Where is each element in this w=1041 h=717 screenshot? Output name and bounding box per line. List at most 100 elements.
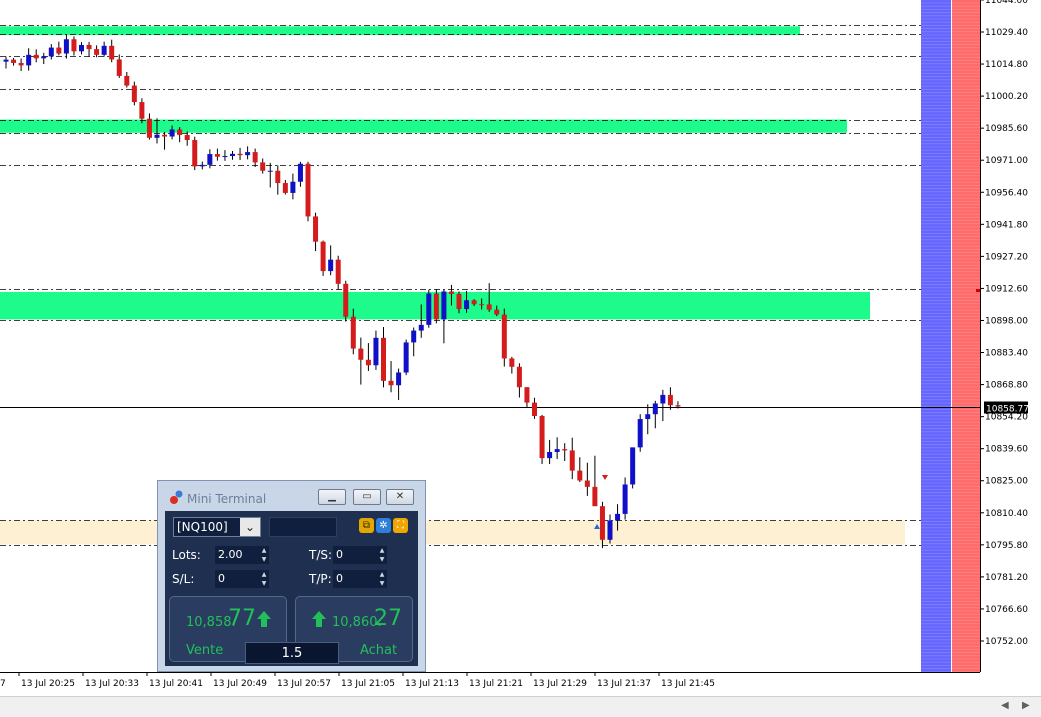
candle-bearish [577, 470, 583, 481]
price-tick-label: 11044.00 [985, 0, 1028, 6]
candle-bullish [396, 372, 402, 386]
symbol-extra-field[interactable] [269, 517, 337, 537]
mini-terminal-titlebar[interactable]: Mini Terminal ▁ ▭ ✕ [158, 481, 425, 511]
candle-bearish [675, 405, 681, 407]
candle-bearish [335, 259, 341, 284]
sell-price-big: 77 [228, 606, 256, 631]
expand-icon[interactable]: ⛶ [393, 518, 408, 533]
candle-bullish [652, 403, 658, 415]
sl-spinner-icon[interactable]: ▲ ▼ [259, 570, 269, 588]
candle-bearish [569, 450, 575, 471]
candle-bearish [584, 480, 590, 487]
candle-bullish [48, 47, 54, 57]
scroll-left-icon[interactable]: ◀ [1001, 700, 1009, 711]
candle-bearish [86, 44, 92, 50]
symbol-value: [NQ100] [177, 520, 228, 534]
price-tick-label: 10795.80 [985, 541, 1028, 551]
time-tick-label: 13 Jul 21:13 [405, 679, 459, 689]
candle-bullish [637, 419, 643, 448]
candle-bullish [297, 163, 303, 182]
candle-bearish [94, 49, 100, 55]
candle-bearish [131, 85, 137, 103]
horizontal-scrollbar[interactable]: ◀ ▶ [0, 696, 1041, 717]
ts-spinner-icon[interactable]: ▲ ▼ [377, 546, 387, 564]
candle-bullish [373, 337, 379, 366]
arrow-up-icon [312, 611, 326, 627]
lots-spinner-icon[interactable]: ▲ ▼ [259, 546, 269, 564]
candle-bearish [146, 118, 152, 138]
candle-bearish [494, 309, 500, 315]
candle-bullish [554, 449, 560, 452]
volume-value: 1.5 [281, 646, 303, 661]
price-tick-label: 10956.40 [985, 188, 1028, 198]
candle-bearish [388, 380, 394, 386]
candle-bearish [109, 45, 115, 60]
tp-field[interactable]: 0 ▲ ▼ [333, 570, 387, 588]
time-tick-label: 7 [0, 679, 6, 689]
candle-bullish [79, 44, 84, 52]
lots-field[interactable]: 2.00 ▲ ▼ [215, 546, 269, 564]
mini-terminal-window[interactable]: Mini Terminal ▁ ▭ ✕ [NQ100] ⌄ ⧉ ✲ ⛶ Lots… [157, 480, 426, 672]
candle-bearish [532, 402, 537, 416]
ts-field[interactable]: 0 ▲ ▼ [333, 546, 387, 564]
candle-bearish [71, 39, 77, 52]
candle-bearish [260, 162, 266, 171]
candle-bearish [305, 163, 311, 217]
symbol-select[interactable]: [NQ100] ⌄ [173, 517, 261, 537]
candle-bullish [464, 300, 470, 310]
zone-rect [0, 520, 905, 545]
metaquotes-logo-icon [170, 490, 183, 504]
candle-bullish [622, 484, 628, 514]
current-price-label: 10858.77 [986, 405, 1029, 415]
price-tick-label: 10766.60 [985, 605, 1028, 615]
tp-spinner-icon[interactable]: ▲ ▼ [377, 570, 387, 588]
candle-bullish [3, 59, 9, 62]
time-tick-label: 13 Jul 21:29 [533, 679, 587, 689]
candle-bullish [154, 134, 160, 138]
candle-bearish [282, 183, 288, 193]
candle-bearish [471, 300, 477, 305]
close-icon: ✕ [395, 491, 405, 502]
price-tick-label: 10898.00 [985, 316, 1028, 326]
candle-bearish [448, 291, 454, 294]
candle-bearish [433, 293, 439, 320]
candle-bullish [169, 129, 175, 137]
close-button[interactable]: ✕ [386, 489, 414, 505]
copy-orders-icon[interactable]: ⧉ [359, 518, 374, 533]
price-tick-label: 10839.60 [985, 445, 1028, 455]
candle-bearish [599, 506, 605, 540]
restore-icon: ▭ [362, 491, 372, 502]
price-tick-label: 11029.40 [985, 28, 1028, 38]
candle-bullish [615, 513, 621, 521]
price-tick-label: 10883.40 [985, 349, 1028, 359]
arrow-up-icon [257, 611, 271, 627]
candle-bearish [539, 415, 545, 459]
candle-bearish [509, 358, 515, 367]
candle-bearish [343, 283, 349, 317]
sl-field[interactable]: 0 ▲ ▼ [215, 570, 269, 588]
candle-bullish [222, 156, 228, 158]
minimize-button[interactable]: ▁ [318, 489, 346, 505]
lots-value: 2.00 [218, 548, 243, 561]
candle-bearish [33, 54, 39, 59]
price-tick-label: 10781.20 [985, 573, 1028, 583]
chevron-down-icon[interactable]: ⌄ [240, 518, 260, 536]
candle-bearish [516, 366, 522, 388]
candle-bearish [116, 59, 122, 76]
candle-bullish [441, 291, 447, 320]
tp-label: T/P: [309, 572, 332, 586]
candle-bullish [199, 164, 205, 167]
mini-terminal-title: Mini Terminal [187, 492, 267, 506]
scroll-right-icon[interactable]: ▶ [1022, 700, 1030, 711]
candle-bullish [411, 330, 417, 343]
gear-icon[interactable]: ✲ [376, 518, 391, 533]
candle-bearish [237, 153, 243, 156]
restore-button[interactable]: ▭ [353, 489, 381, 505]
time-tick-label: 13 Jul 20:49 [213, 679, 267, 689]
candle-bearish [313, 216, 319, 242]
time-tick-label: 13 Jul 21:37 [597, 679, 651, 689]
candle-bullish [26, 54, 32, 66]
time-tick-label: 13 Jul 21:05 [341, 679, 395, 689]
volume-input[interactable]: 1.5 [245, 642, 339, 664]
candle-bullish [101, 45, 107, 55]
